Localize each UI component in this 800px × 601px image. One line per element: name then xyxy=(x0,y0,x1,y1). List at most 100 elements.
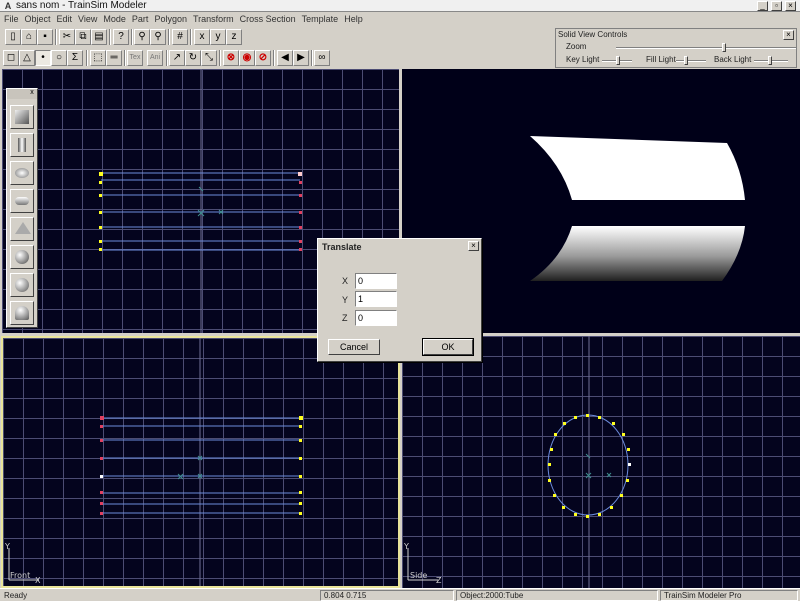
menu-file[interactable]: File xyxy=(1,12,22,27)
side-view-wireframe xyxy=(407,336,631,588)
restore-icon[interactable]: ▫ xyxy=(771,1,782,11)
cancel-button[interactable]: Cancel xyxy=(328,339,380,355)
title-bar: A sans nom - TrainSim Modeler _ ▫ × xyxy=(0,0,800,12)
snap-z-icon[interactable]: z xyxy=(226,29,242,45)
texture-icon[interactable]: Tex xyxy=(127,50,143,66)
menu-mode[interactable]: Mode xyxy=(100,12,129,27)
key-light-slider-thumb[interactable] xyxy=(616,56,620,65)
menu-part[interactable]: Part xyxy=(129,12,152,27)
y-axis-label: Y xyxy=(5,542,10,551)
open-icon[interactable]: ⌂ xyxy=(21,29,37,45)
rotate-icon[interactable]: ↻ xyxy=(185,50,201,66)
zoom-in-icon[interactable]: ⚲ xyxy=(134,29,150,45)
back-light-slider-thumb[interactable] xyxy=(768,56,772,65)
menu-transform[interactable]: Transform xyxy=(190,12,237,27)
app-icon: A xyxy=(4,1,12,11)
close-icon[interactable]: x xyxy=(28,89,36,97)
status-coordinates: 0.804 0.715 xyxy=(320,590,454,601)
point-icon[interactable]: ◻ xyxy=(3,50,19,66)
cylinder-tool-icon[interactable] xyxy=(10,133,34,157)
menu-polygon[interactable]: Polygon xyxy=(151,12,190,27)
primitives-palette: x xyxy=(6,88,38,328)
toolbar-separator xyxy=(131,29,133,45)
tube-upper-surface xyxy=(530,136,745,200)
z-input[interactable] xyxy=(355,310,397,326)
close-icon[interactable]: × xyxy=(783,30,794,40)
snap-x-icon[interactable]: x xyxy=(194,29,210,45)
menu-help[interactable]: Help xyxy=(341,12,366,27)
copy-icon[interactable]: ⧉ xyxy=(75,29,91,45)
snap-y-icon[interactable]: y xyxy=(210,29,226,45)
select-poly-icon[interactable]: ○ xyxy=(51,50,67,66)
zoom-slider[interactable] xyxy=(616,43,796,52)
tube-lower-surface xyxy=(530,226,745,281)
fill-light-slider-thumb[interactable] xyxy=(684,56,688,65)
close-icon[interactable]: × xyxy=(785,1,796,11)
move-icon[interactable]: ↗ xyxy=(169,50,185,66)
toolbar-separator xyxy=(124,50,126,66)
ruler-icon[interactable]: ═ xyxy=(106,50,122,66)
paste-icon[interactable]: ▤ xyxy=(91,29,107,45)
x-label: X xyxy=(342,276,349,286)
binoculars-icon[interactable]: ∞ xyxy=(314,50,330,66)
new-icon[interactable]: ▯ xyxy=(5,29,21,45)
box-tool-icon[interactable] xyxy=(10,105,34,129)
menu-cross-section[interactable]: Cross Section xyxy=(237,12,299,27)
edit-toolbar: ◻ △ • ○ Σ ⬚ ═ Tex Ani ↗ ↻ ⤡ ⊗ ◉ ⊘ ◀ ▶ ∞ xyxy=(0,48,555,68)
scale-icon[interactable]: ⤡ xyxy=(201,50,217,66)
menu-template[interactable]: Template xyxy=(299,12,342,27)
triangle-icon[interactable]: △ xyxy=(19,50,35,66)
y-input[interactable] xyxy=(355,291,397,307)
status-object: Object:2000:Tube xyxy=(456,590,658,601)
x-axis-label: X xyxy=(35,576,41,585)
status-bar: Ready 0.804 0.715 Object:2000:Tube Train… xyxy=(0,588,800,601)
animate-icon[interactable]: Ani xyxy=(147,50,163,66)
cone-tool-icon[interactable] xyxy=(10,217,34,241)
z-axis-label: Z xyxy=(436,576,442,585)
front-view-label: Front xyxy=(10,571,31,580)
front-viewport[interactable]: Y Front X xyxy=(1,336,400,588)
back-light-slider[interactable] xyxy=(754,56,788,65)
hemisphere-tool-icon[interactable] xyxy=(10,273,34,297)
stop-icon[interactable]: ⊘ xyxy=(255,50,271,66)
lathe-tool-icon[interactable] xyxy=(10,301,34,325)
select-box-icon[interactable]: ⬚ xyxy=(90,50,106,66)
grid-icon[interactable]: # xyxy=(172,29,188,45)
main-toolbar: ▯ ⌂ ▪ ✂ ⧉ ▤ ? ⚲ ⚲ # x y z xyxy=(0,27,555,47)
menu-edit[interactable]: Edit xyxy=(54,12,76,27)
delete-icon[interactable]: ⊗ xyxy=(223,50,239,66)
toolbar-separator xyxy=(109,29,111,45)
help-icon[interactable]: ? xyxy=(113,29,129,45)
menu-view[interactable]: View xyxy=(75,12,100,27)
sphere-tool-icon[interactable] xyxy=(10,245,34,269)
side-viewport[interactable]: Y Side Z xyxy=(402,336,800,588)
prev-icon[interactable]: ◀ xyxy=(277,50,293,66)
close-icon[interactable]: × xyxy=(468,241,479,251)
key-light-label: Key Light xyxy=(566,55,600,64)
select-point-icon[interactable]: • xyxy=(35,50,51,66)
ellipse-tool-icon[interactable] xyxy=(10,161,34,185)
zoom-label: Zoom xyxy=(566,42,587,51)
save-icon[interactable]: ▪ xyxy=(37,29,53,45)
zoom-out-icon[interactable]: ⚲ xyxy=(150,29,166,45)
x-input[interactable] xyxy=(355,273,397,289)
next-icon[interactable]: ▶ xyxy=(293,50,309,66)
front-view-wireframe xyxy=(8,338,303,586)
tube-tool-icon[interactable] xyxy=(10,189,34,213)
vertex-column-right xyxy=(299,416,303,515)
zoom-slider-thumb[interactable] xyxy=(722,43,726,52)
menu-object[interactable]: Object xyxy=(22,12,54,27)
cut-icon[interactable]: ✂ xyxy=(59,29,75,45)
translate-dialog: Translate × X Y Z Cancel OK xyxy=(317,238,482,362)
ok-button[interactable]: OK xyxy=(422,338,474,356)
sigma-icon[interactable]: Σ xyxy=(67,50,83,66)
minimize-icon[interactable]: _ xyxy=(757,1,768,11)
toolbar-separator xyxy=(166,50,168,66)
pivot-marker xyxy=(585,453,612,479)
wire-ellipse xyxy=(547,414,629,516)
record-icon[interactable]: ◉ xyxy=(239,50,255,66)
key-light-slider[interactable] xyxy=(602,56,632,65)
fill-light-slider[interactable] xyxy=(676,56,706,65)
back-light-label: Back Light xyxy=(714,55,752,64)
solid-view-controls-panel: Solid View Controls × Zoom Key Light Fil… xyxy=(555,28,797,68)
